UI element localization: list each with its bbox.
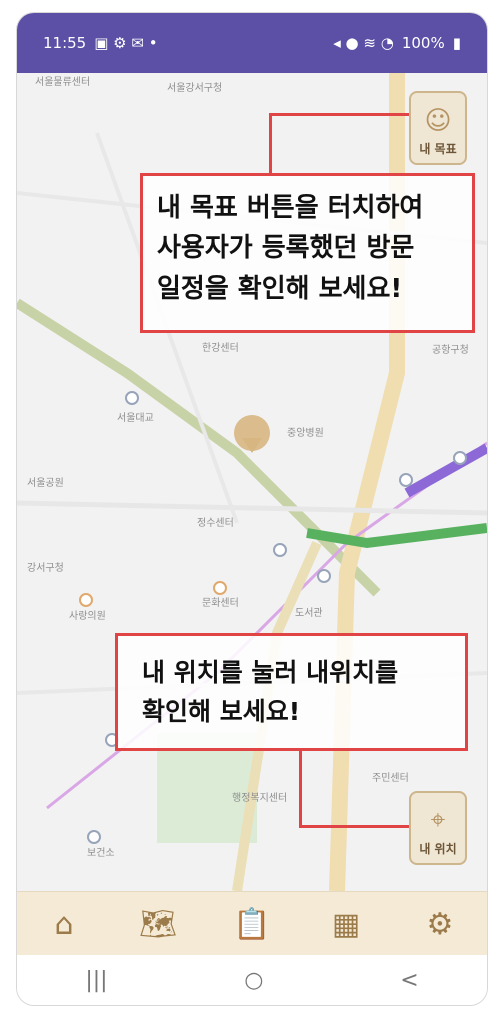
goal-tooltip-line2: 사용자가 등록했던 방문 <box>157 233 415 264</box>
goal-tooltip-line1: 내 목표 버튼을 터치하여 <box>157 193 424 223</box>
location-connector-horizontal <box>299 825 409 828</box>
location-pin-icon: ⌖ <box>430 805 446 835</box>
map-label: 사랑의원 <box>69 611 106 622</box>
signal-icons: ◂ ● ≋ ◔ <box>333 34 394 52</box>
map-label: 중앙병원 <box>287 428 324 439</box>
location-tooltip-line2: 확인해 보세요! <box>142 696 301 726</box>
goal-connector-horizontal <box>269 113 409 116</box>
map-poi <box>453 451 467 465</box>
back-button[interactable]: < <box>400 968 418 993</box>
my-location-button[interactable]: ⌖ 내 위치 <box>409 791 467 865</box>
map-poi <box>79 593 93 607</box>
map-label: 공항구청 <box>432 345 469 356</box>
calculator-icon[interactable]: ▦ <box>320 900 372 948</box>
goal-connector-vertical <box>269 113 272 173</box>
phone-screen: 11:55 ▣ ⚙ ✉ • ◂ ● ≋ ◔ 100% ▮ 서울물류센터 서울강서… <box>16 12 488 1006</box>
gear-icon[interactable]: ⚙ <box>414 900 466 948</box>
my-location-label: 내 위치 <box>419 842 457 856</box>
map-poi <box>213 581 227 595</box>
map-icon[interactable]: 🗺 <box>132 900 184 948</box>
goal-tooltip: 내 목표 버튼을 터치하여 사용자가 등록했던 방문 일정을 확인해 보세요! <box>140 173 475 333</box>
home-button[interactable]: ○ <box>244 968 263 993</box>
map-label: 행정복지센터 <box>232 793 288 804</box>
map-poi <box>317 569 331 583</box>
clipboard-icon[interactable]: 📋 <box>226 900 278 948</box>
map-label: 서울강서구청 <box>167 83 223 94</box>
map-label: 문화센터 <box>202 598 239 609</box>
location-tooltip-line1: 내 위치를 눌러 내위치를 <box>142 658 399 687</box>
map-label: 주민센터 <box>372 773 409 784</box>
map-poi <box>125 391 139 405</box>
goal-tooltip-line3: 일정을 확인해 보세요! <box>157 273 403 304</box>
home-icon[interactable]: ⌂ <box>38 900 90 948</box>
map-poi <box>273 543 287 557</box>
map-label: 서울물류센터 <box>35 77 91 88</box>
status-time: 11:55 <box>43 34 87 52</box>
bottom-navigation: ⌂ 🗺 📋 ▦ ⚙ <box>17 891 487 956</box>
status-bar: 11:55 ▣ ⚙ ✉ • ◂ ● ≋ ◔ 100% ▮ <box>17 13 487 73</box>
battery-level: 100% <box>401 34 445 52</box>
my-goal-button[interactable]: ☺ 내 목표 <box>409 91 467 165</box>
location-connector-vertical <box>299 751 302 828</box>
map-label: 보건소 <box>87 848 115 859</box>
recent-apps-button[interactable]: ||| <box>85 968 107 993</box>
map-label: 정수센터 <box>197 518 234 529</box>
battery-icon: ▮ <box>452 34 461 52</box>
location-tooltip: 내 위치를 눌러 내위치를 확인해 보세요! <box>115 633 468 751</box>
my-goal-label: 내 목표 <box>419 142 457 156</box>
map-label: 강서구청 <box>27 563 64 574</box>
map-label: 도서관 <box>295 608 323 619</box>
map-label: 한강센터 <box>202 343 239 354</box>
user-icon: ☺ <box>424 106 452 136</box>
map-poi <box>399 473 413 487</box>
system-navigation: ||| ○ < <box>17 955 487 1005</box>
map-label: 서울공원 <box>27 478 64 489</box>
notification-icon: ▣ ⚙ ✉ • <box>94 34 158 52</box>
map-label: 서울대교 <box>117 413 154 424</box>
map-poi <box>87 830 101 844</box>
